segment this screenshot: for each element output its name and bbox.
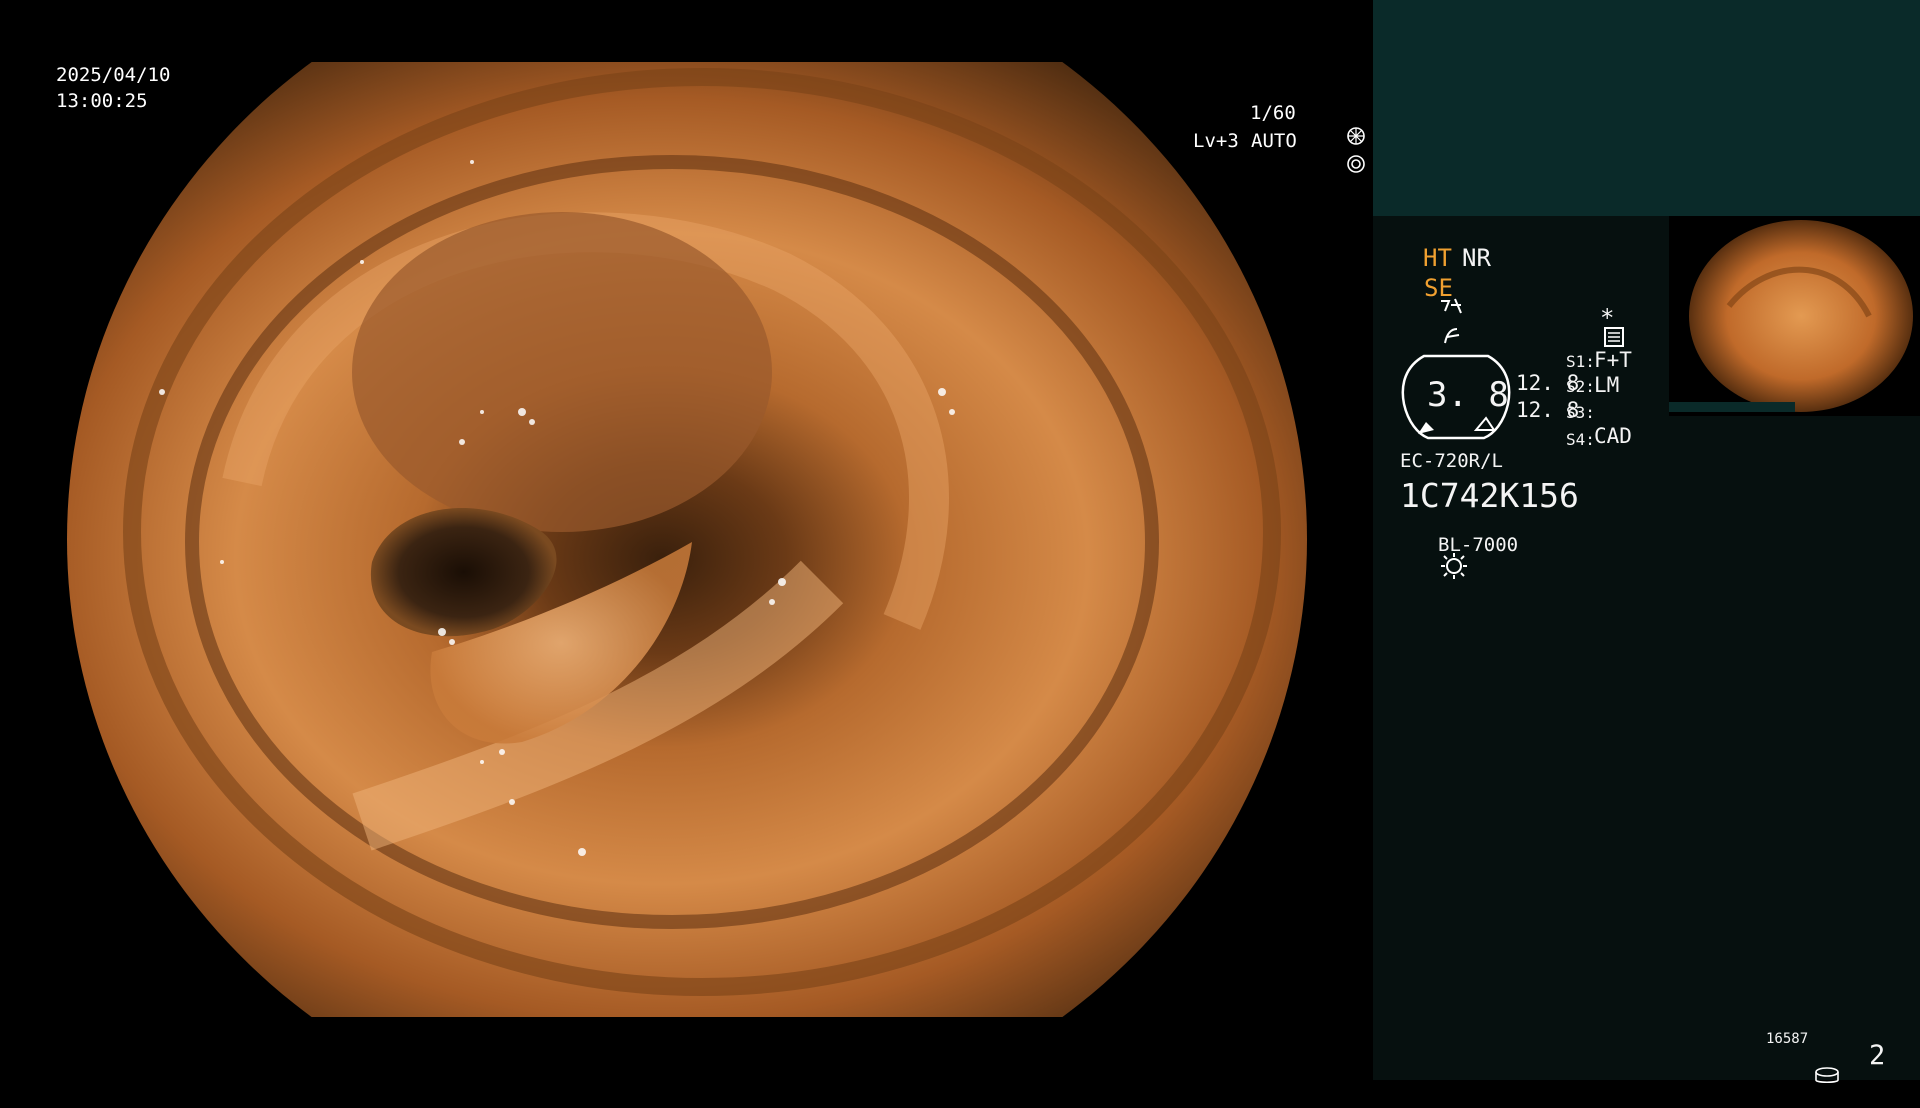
s2-label: S2: [1566,377,1595,396]
nr-indicator: NR [1462,244,1491,272]
s2-value: LM [1594,373,1620,397]
se-indicator: SE [1424,274,1453,302]
s1-value: F+T [1594,348,1632,372]
light-source: BL-7000 [1438,534,1519,556]
scope-model: EC-720R/L [1400,450,1503,472]
settings-asterisk: * [1600,304,1615,332]
time-label: 13:00:25 [56,90,148,112]
endoscope-view [62,0,1312,1080]
record-counter: 16587 [1766,1031,1809,1047]
s4-label: S4: [1566,430,1595,449]
storage-icon [1775,1048,1840,1108]
page-number: 2 [1869,1040,1886,1071]
scope-serial: 1C742K156 [1400,476,1579,515]
iris-icon [1300,128,1366,207]
level-label: Lv+3 [1193,130,1239,152]
endoscope-image [67,62,1307,1017]
shutter-label: 1/60 [1250,102,1296,124]
s4-value: CAD [1594,424,1632,448]
ht-indicator: HT [1423,244,1452,272]
capture-thumbnail [1669,216,1920,416]
auto-label: AUTO [1251,130,1297,152]
panel-header-area [1373,0,1920,216]
s1-label: S1: [1566,352,1595,371]
date-label: 2025/04/10 [56,64,171,86]
gauge-value: 3. 8 [1427,375,1509,415]
s3-label: S3: [1566,403,1595,422]
endoscope-screen: 2025/04/10 13:00:25 1/60 Lv+3 AUTO HT NR… [0,0,1920,1084]
